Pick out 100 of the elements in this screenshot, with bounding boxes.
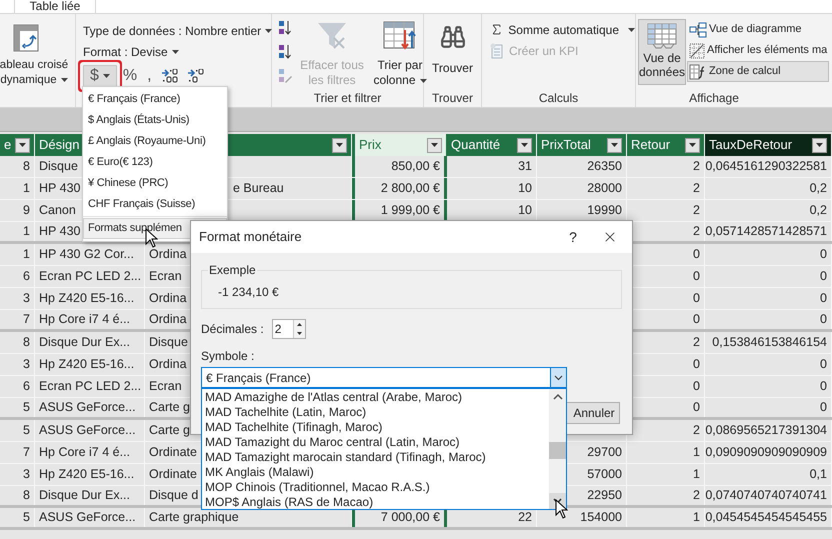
table-cell-text: Ecran PC LED 2... [39, 378, 142, 396]
table-cell-text: 8 [23, 334, 30, 352]
table-cell-text: Ordina [149, 356, 187, 374]
table-cell-text: Disque Dur Ex... [39, 334, 130, 352]
table-cell-text: 3 [23, 356, 30, 374]
table-cell-text: 19990 [587, 202, 622, 220]
table-cell-text: 154000 [580, 509, 622, 526]
column-title: e [4, 136, 12, 154]
table-cell-text: 29700 [587, 444, 622, 462]
table-cell-text: 3 [23, 466, 30, 484]
group-title: Affichage [689, 90, 739, 107]
table-cell-text: 0 [693, 290, 700, 308]
table-cell-text: 0 [693, 399, 700, 416]
table-cell-text: 28000 [587, 180, 622, 198]
table-cell-text: 0,0909090909090909 [705, 444, 827, 462]
table-cell-text: HP 430 [39, 180, 80, 198]
table-cell-text: 5 [23, 422, 30, 440]
table-cell-text: Ordina [149, 311, 187, 328]
table-cell-text: Hp Z420 E5-16... [39, 290, 134, 308]
clear-filters-button: Effacer tous les filtres [298, 14, 366, 89]
group-title: Trier et filtrer [314, 90, 382, 107]
table-cell-text: 1 [693, 466, 700, 484]
table-cell-text: Ecran [149, 268, 182, 286]
table-cell-text: 0,2 [810, 180, 827, 198]
table-cell-text: Canon [39, 202, 76, 220]
table-cell-text: Hp Z420 E5-16... [39, 466, 134, 484]
table-cell-text: 8 [23, 487, 30, 504]
table-cell-text: HP 430 [39, 223, 80, 240]
table-cell-text: 1 [693, 444, 700, 462]
table-cell-text: 0,2 [810, 202, 827, 220]
table-cell-text: 57000 [587, 466, 622, 484]
table-cell-text: 0 [820, 268, 827, 286]
column-title: Quantité [451, 136, 500, 154]
table-cell-text: 2 [693, 180, 700, 198]
table-cell-text: ASUS GeForce... [39, 509, 136, 526]
table-cell-text: 6 [23, 268, 30, 286]
table-cell-text: ASUS GeForce... [39, 422, 136, 440]
table-cell-text: 7 000,00 € [380, 509, 440, 526]
table-cell-text: 5 [23, 509, 30, 526]
table-cell-text: 0,0740740740740741 [705, 487, 827, 504]
table-cell-text: Ordina [149, 290, 187, 308]
table-cell-text: 0,0454545454545455 [705, 509, 827, 526]
table-cell-text: 0 [820, 399, 827, 416]
table-cell-text: 22950 [587, 487, 622, 504]
table-cell-text: 2 [693, 334, 700, 352]
table-cell-text: 1 [23, 246, 30, 264]
table-cell-text: 0 [693, 268, 700, 286]
table-cell-text: ASUS GeForce... [39, 399, 136, 416]
table-cell-text: 1 [23, 180, 30, 198]
table-cell-text: Carte g [149, 422, 190, 440]
table-cell-text: 10 [518, 180, 532, 198]
table-cell-text: 22 [518, 509, 532, 526]
table-cell-text: 1 999,00 € [380, 202, 440, 220]
table-cell-text: 0 [693, 378, 700, 396]
table-cell-text: 5 [23, 399, 30, 416]
column-title: Retour [631, 136, 670, 154]
table-cell-text: Carte g [149, 399, 190, 416]
table-cell-text: Ordinate [149, 444, 197, 462]
table-cell-text: 31 [518, 158, 532, 176]
table-cell-text: 1 [693, 509, 700, 526]
table-cell-text: Disque [39, 158, 78, 176]
table-cell-text: 0 [820, 356, 827, 374]
group-label: Exemple [208, 262, 257, 279]
table-cell-text: Ordina [149, 246, 187, 264]
table-cell-text: 9 [23, 202, 30, 220]
table-cell-text: 0 [693, 356, 700, 374]
table-cell-text: 3 [23, 290, 30, 308]
table-cell-text: 6 [23, 378, 30, 396]
table-cell-text: HP 430 G2 Cor... [39, 246, 134, 264]
table-cell-text: 2 [693, 422, 700, 440]
table-cell-text: Hp Core i7 4 é... [39, 444, 130, 462]
table-cell-text: Ecran PC LED 2... [39, 268, 142, 286]
table-cell-text: 0 [693, 311, 700, 328]
create-kpi-button: Créer un KPI [490, 40, 635, 61]
table-cell-text: 7 [23, 311, 30, 328]
example-value: -1 234,10 € [217, 284, 280, 301]
table-cell-text: 2 [693, 202, 700, 220]
table-cell-text: 0 [820, 290, 827, 308]
table-cell-text: 0,0869565217391304 [705, 422, 827, 440]
column-title: PrixTotal [541, 136, 591, 154]
table-cell-text: Hp Core i7 4 é... [39, 311, 130, 328]
symbol-label: Symbole : [201, 348, 256, 365]
table-cell-text: 0,153846153846154 [712, 334, 827, 352]
table-cell-text: Ecran [149, 378, 182, 396]
table-cell-text: Disque Dur Ex... [39, 487, 130, 504]
table-cell-text: 0 [693, 246, 700, 264]
table-cell-text: 0,0571428571428571 [705, 223, 827, 240]
table-cell-text: Ordinate [149, 466, 197, 484]
table-cell-text: 8 [23, 158, 30, 176]
group-title: Trouver [432, 90, 473, 107]
table-cell-text: 26350 [587, 158, 622, 176]
table-cell-text: Disque d [149, 487, 198, 504]
table-cell-text: 850,00 € [391, 158, 440, 176]
table-cell-text: 0 [820, 311, 827, 328]
table-cell-text: 2 [693, 158, 700, 176]
table-cell-text: Carte graphique [149, 509, 239, 526]
table-cell-text: 2 800,00 € [380, 180, 440, 198]
table-cell-text: Hp Z420 E5-16... [39, 356, 134, 374]
table-cell-text: 7 [23, 444, 30, 462]
table-cell-text: 2 [693, 223, 700, 240]
